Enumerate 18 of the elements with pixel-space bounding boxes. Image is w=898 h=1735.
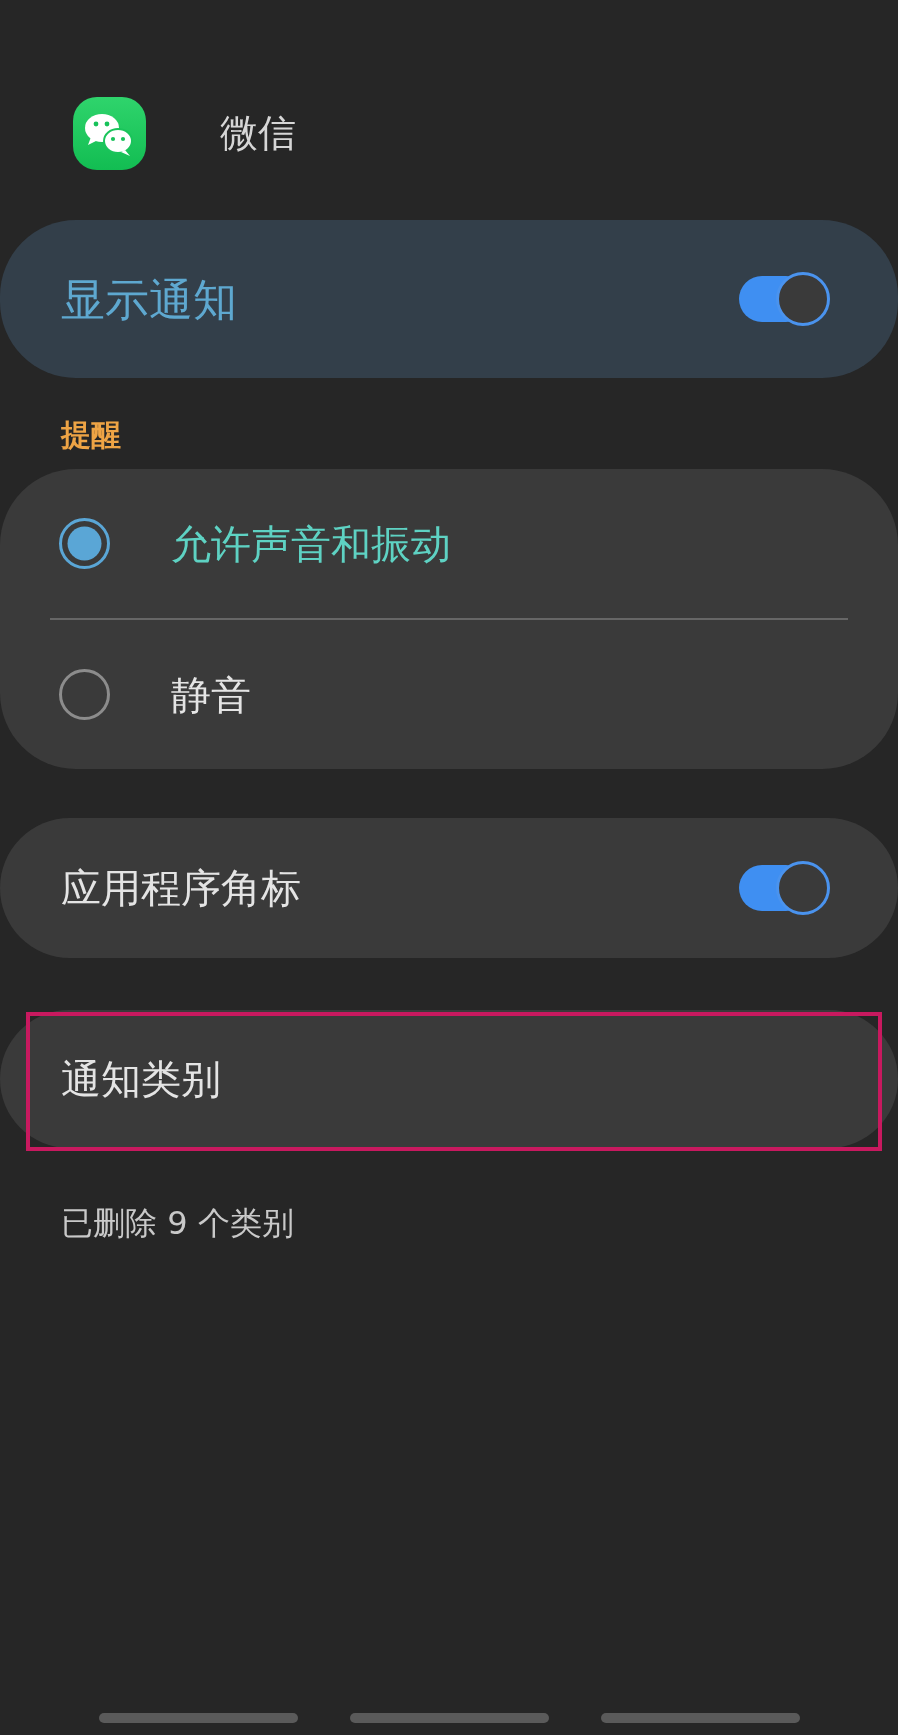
deleted-categories-note: 已删除 9 个类别 xyxy=(61,1203,294,1243)
gesture-bar-icon xyxy=(349,1713,549,1723)
notification-switch-card[interactable]: 显示通知 xyxy=(0,220,898,378)
radio-icon[interactable] xyxy=(59,669,110,720)
badge-setting-card[interactable]: 应用程序角标 xyxy=(0,818,898,958)
radio-option[interactable]: 允许声音和振动 xyxy=(0,469,898,618)
toggle-switch[interactable] xyxy=(739,272,830,326)
gesture-bar-icon xyxy=(98,1713,298,1723)
gesture-bar-icon xyxy=(600,1713,800,1723)
radio-icon[interactable] xyxy=(59,518,110,569)
app-icon xyxy=(73,97,146,170)
app-name: 微信 xyxy=(220,110,296,157)
toggle-switch[interactable] xyxy=(739,861,830,915)
section-title: 提醒 xyxy=(61,416,121,454)
setting-label: 应用程序角标 xyxy=(61,864,301,913)
setting-label: 显示通知 xyxy=(61,272,237,327)
radio-option[interactable]: 静音 xyxy=(0,620,898,769)
notification-categories-row[interactable]: 通知类别 xyxy=(0,1010,898,1148)
